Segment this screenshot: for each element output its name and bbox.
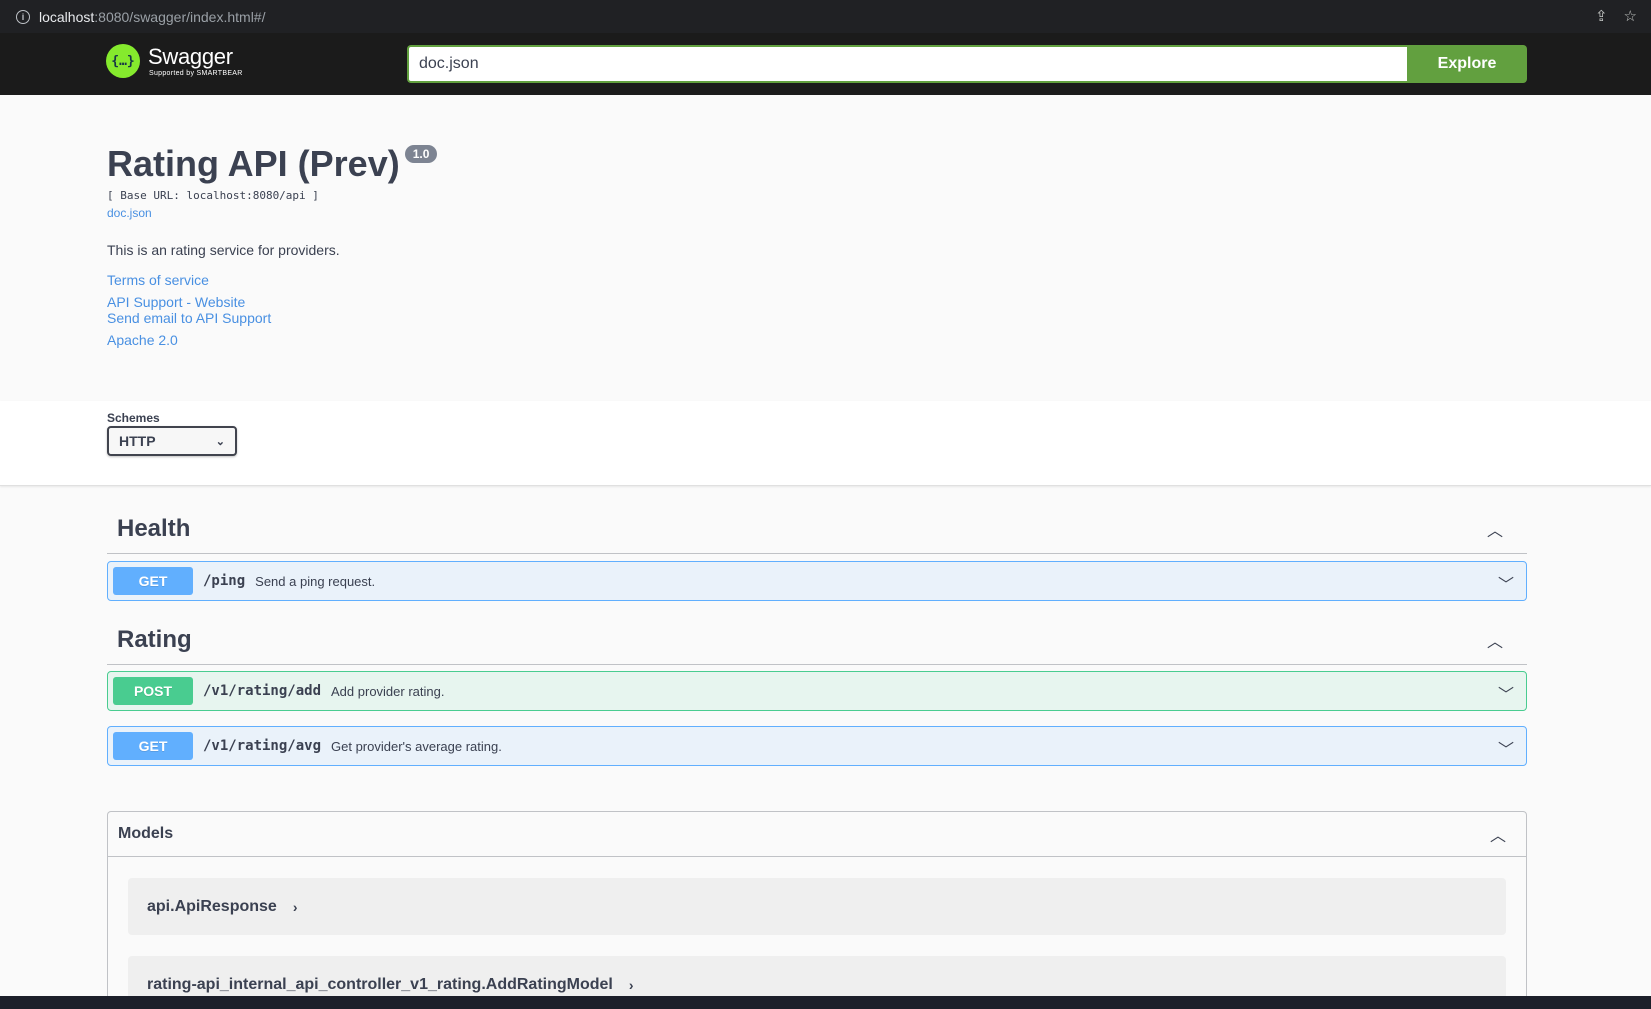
chevron-down-icon: ﹀ <box>1497 687 1514 704</box>
model-name: api.ApiResponse <box>147 897 277 915</box>
api-support-website-link[interactable]: API Support - Website <box>107 294 707 310</box>
operation-summary: Send a ping request. <box>255 573 376 589</box>
share-icon[interactable]: ⇪ <box>1595 7 1608 25</box>
version-badge: 1.0 <box>404 145 438 163</box>
site-info-icon[interactable]: i <box>16 9 30 24</box>
chevron-right-icon: › <box>628 976 634 993</box>
tag-section-health: Health ︿ <box>107 504 1527 554</box>
operation-summary: Add provider rating. <box>331 683 445 699</box>
address-url[interactable]: localhost:8080/swagger/index.html#/ <box>39 9 265 25</box>
chevron-up-icon: ︿ <box>1486 633 1503 651</box>
chevron-down-icon: ﹀ <box>1497 577 1514 594</box>
schemes-selected-value: HTTP <box>119 433 156 449</box>
chevron-down-icon: ⌄ <box>215 435 225 448</box>
schemes-section: Schemes HTTP ⌄ <box>0 401 1651 486</box>
chevron-down-icon: ﹀ <box>1497 742 1514 759</box>
operation-get-ping[interactable]: GET /ping Send a ping request. ﹀ <box>107 561 1527 601</box>
doc-json-link[interactable]: doc.json <box>107 206 707 220</box>
api-info: Rating API (Prev) 1.0 [ Base URL: localh… <box>107 142 707 348</box>
method-badge: GET <box>113 732 193 760</box>
browser-actions: ⇪ ☆ <box>1595 7 1637 25</box>
base-url: [ Base URL: localhost:8080/api ] <box>107 189 319 202</box>
chevron-up-icon: ︿ <box>1489 828 1506 845</box>
page-title: Rating API (Prev) <box>107 143 400 184</box>
operation-path: /ping <box>203 573 246 589</box>
method-badge: POST <box>113 677 193 705</box>
method-badge: GET <box>113 567 193 595</box>
spec-url-input[interactable] <box>407 45 1407 83</box>
tag-title: Rating <box>117 625 192 653</box>
operation-post-rating-add[interactable]: POST /v1/rating/add Add provider rating.… <box>107 671 1527 711</box>
chevron-up-icon: ︿ <box>1486 522 1503 540</box>
tag-header-health[interactable]: Health ︿ <box>107 504 1527 554</box>
operation-summary: Get provider's average rating. <box>331 738 502 754</box>
logo-name: Swagger <box>148 43 233 69</box>
models-title: Models <box>118 825 174 842</box>
models-section: Models ︿ api.ApiResponse › rating-api_in… <box>107 811 1527 1009</box>
terms-of-service-link[interactable]: Terms of service <box>107 272 707 288</box>
swagger-logo[interactable]: {…} Swagger Supported by SMARTBEAR <box>106 44 243 78</box>
os-taskbar <box>0 996 1651 1009</box>
tag-header-rating[interactable]: Rating ︿ <box>107 615 1527 665</box>
tag-title: Health <box>117 514 191 542</box>
models-header[interactable]: Models ︿ <box>108 812 1526 857</box>
tag-section-rating: Rating ︿ <box>107 615 1527 665</box>
bookmark-star-icon[interactable]: ☆ <box>1624 7 1637 25</box>
operation-path: /v1/rating/add <box>203 683 322 699</box>
swagger-logo-icon: {…} <box>106 44 140 78</box>
schemes-label: Schemes <box>107 411 160 425</box>
browser-address-bar: i localhost:8080/swagger/index.html#/ ⇪ … <box>0 0 1651 33</box>
swagger-topbar: {…} Swagger Supported by SMARTBEAR Explo… <box>0 33 1651 95</box>
api-support-email-link[interactable]: Send email to API Support <box>107 310 707 326</box>
schemes-select[interactable]: HTTP ⌄ <box>107 426 237 456</box>
explore-button[interactable]: Explore <box>1407 45 1527 83</box>
logo-sub: Supported by SMARTBEAR <box>149 69 243 77</box>
operation-path: /v1/rating/avg <box>203 738 322 754</box>
model-name: rating-api_internal_api_controller_v1_ra… <box>147 975 613 993</box>
license-link[interactable]: Apache 2.0 <box>107 332 707 348</box>
operation-get-rating-avg[interactable]: GET /v1/rating/avg Get provider's averag… <box>107 726 1527 766</box>
api-description: This is an rating service for providers. <box>107 242 340 258</box>
info-links: Terms of service API Support - Website S… <box>107 272 707 348</box>
spec-url-form: Explore <box>407 45 1527 83</box>
model-item[interactable]: api.ApiResponse › <box>128 878 1506 935</box>
chevron-right-icon: › <box>292 898 298 915</box>
